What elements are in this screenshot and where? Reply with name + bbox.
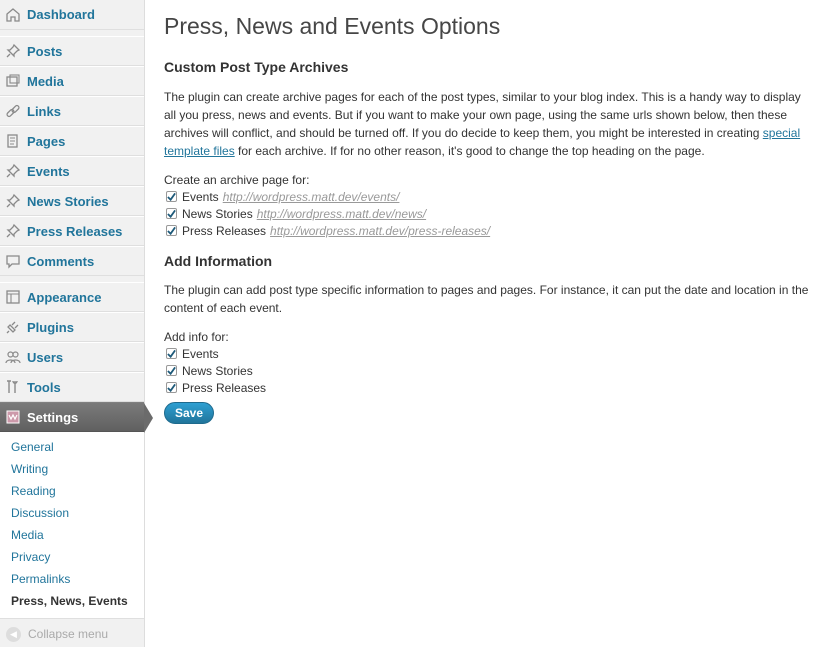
info-press-label: Press Releases	[182, 380, 267, 395]
menu-label: Pages	[27, 133, 66, 149]
archive-press-checkbox[interactable]	[166, 225, 177, 236]
collapse-menu-label: Collapse menu	[28, 627, 109, 641]
pages-icon	[5, 133, 21, 149]
submenu-discussion[interactable]: Discussion	[0, 502, 144, 524]
active-menu-arrow	[144, 403, 153, 433]
menu-label: Posts	[27, 43, 63, 59]
check-icon	[167, 192, 176, 201]
appearance-icon	[5, 289, 21, 305]
submenu-reading[interactable]: Reading	[0, 480, 144, 502]
pushpin-icon	[5, 223, 21, 239]
archives-description: The plugin can create archive pages for …	[164, 88, 814, 160]
plugin-icon	[5, 319, 21, 335]
menu-press-releases[interactable]: Press Releases	[0, 216, 144, 246]
pushpin-icon	[5, 163, 21, 179]
archive-press-label: Press Releases	[182, 223, 267, 238]
info-press-checkbox[interactable]	[166, 382, 177, 393]
menu-label: Users	[27, 349, 64, 365]
menu-label: Events	[27, 163, 70, 179]
archive-news-label: News Stories	[182, 206, 253, 221]
media-icon	[5, 73, 21, 89]
check-icon	[167, 383, 176, 392]
info-description: The plugin can add post type specific in…	[164, 283, 809, 315]
menu-label: News Stories	[27, 193, 109, 209]
archive-news-url[interactable]: http://wordpress.matt.dev/news/	[257, 207, 426, 221]
info-events-label: Events	[182, 346, 219, 361]
info-news-label: News Stories	[182, 363, 253, 378]
archive-events-label: Events	[182, 189, 219, 204]
menu-tools[interactable]: Tools	[0, 372, 144, 402]
menu-label: Links	[27, 103, 61, 119]
check-icon	[167, 209, 176, 218]
settings-icon	[5, 409, 21, 425]
menu-label: Tools	[27, 379, 61, 395]
submenu-permalinks[interactable]: Permalinks	[0, 568, 144, 590]
archive-option-news: News Stories http://wordpress.matt.dev/n…	[164, 205, 814, 222]
menu-label: Settings	[27, 409, 79, 425]
info-news-checkbox[interactable]	[166, 365, 177, 376]
menu-news-stories[interactable]: News Stories	[0, 186, 144, 216]
archives-desc-text: The plugin can create archive pages for …	[164, 90, 801, 140]
info-heading: Add Information	[164, 253, 273, 269]
info-option-events: Events	[164, 345, 814, 362]
menu-media[interactable]: Media	[0, 66, 144, 96]
archive-option-press: Press Releases http://wordpress.matt.dev…	[164, 222, 814, 239]
info-option-press: Press Releases	[164, 379, 814, 396]
archive-events-url[interactable]: http://wordpress.matt.dev/events/	[223, 190, 400, 204]
main-content: Press, News and Events Options Custom Po…	[164, 0, 814, 424]
info-events-checkbox[interactable]	[166, 348, 177, 359]
archives-desc-text-end: for each archive. If for no other reason…	[234, 144, 705, 158]
submenu-press-news-events[interactable]: Press, News, Events	[0, 590, 144, 612]
submenu-media[interactable]: Media	[0, 524, 144, 546]
menu-label: Plugins	[27, 319, 74, 335]
check-icon	[167, 366, 176, 375]
check-icon	[167, 226, 176, 235]
link-icon	[5, 103, 21, 119]
menu-appearance[interactable]: Appearance	[0, 282, 144, 312]
menu-users[interactable]: Users	[0, 342, 144, 372]
tools-icon	[5, 379, 21, 395]
submenu-writing[interactable]: Writing	[0, 458, 144, 480]
archive-field-label: Create an archive page for:	[164, 173, 310, 187]
archive-news-checkbox[interactable]	[166, 208, 177, 219]
menu-label: Press Releases	[27, 223, 123, 239]
menu-plugins[interactable]: Plugins	[0, 312, 144, 342]
menu-settings[interactable]: Settings	[0, 402, 153, 433]
menu-label: Comments	[27, 253, 95, 269]
menu-links[interactable]: Links	[0, 96, 144, 126]
page-title: Press, News and Events Options	[164, 13, 501, 39]
pushpin-icon	[5, 193, 21, 209]
menu-label: Appearance	[27, 289, 102, 305]
users-icon	[5, 349, 21, 365]
archive-events-checkbox[interactable]	[166, 191, 177, 202]
admin-sidebar: Dashboard Posts Media Links Pages Events…	[0, 0, 153, 647]
pushpin-icon	[5, 43, 21, 59]
menu-label: Media	[27, 73, 64, 89]
archives-heading: Custom Post Type Archives	[164, 59, 349, 75]
archive-option-events: Events http://wordpress.matt.dev/events/	[164, 188, 814, 205]
check-icon	[167, 349, 176, 358]
archive-press-url[interactable]: http://wordpress.matt.dev/press-releases…	[270, 224, 490, 238]
menu-dashboard[interactable]: Dashboard	[0, 0, 144, 30]
submenu-privacy[interactable]: Privacy	[0, 546, 144, 568]
settings-submenu: General Writing Reading Discussion Media…	[0, 432, 144, 619]
dashboard-icon	[5, 7, 21, 23]
comment-icon	[5, 253, 21, 269]
menu-comments[interactable]: Comments	[0, 246, 144, 276]
menu-label: Dashboard	[27, 7, 95, 22]
menu-pages[interactable]: Pages	[0, 126, 144, 156]
submenu-general[interactable]: General	[0, 436, 144, 458]
menu-events[interactable]: Events	[0, 156, 144, 186]
collapse-menu-button[interactable]: ◀ Collapse menu	[0, 619, 144, 647]
info-field-label: Add info for:	[164, 330, 229, 344]
info-option-news: News Stories	[164, 362, 814, 379]
collapse-arrow-icon: ◀	[6, 626, 21, 642]
save-button[interactable]: Save	[164, 402, 215, 424]
menu-posts[interactable]: Posts	[0, 36, 144, 66]
